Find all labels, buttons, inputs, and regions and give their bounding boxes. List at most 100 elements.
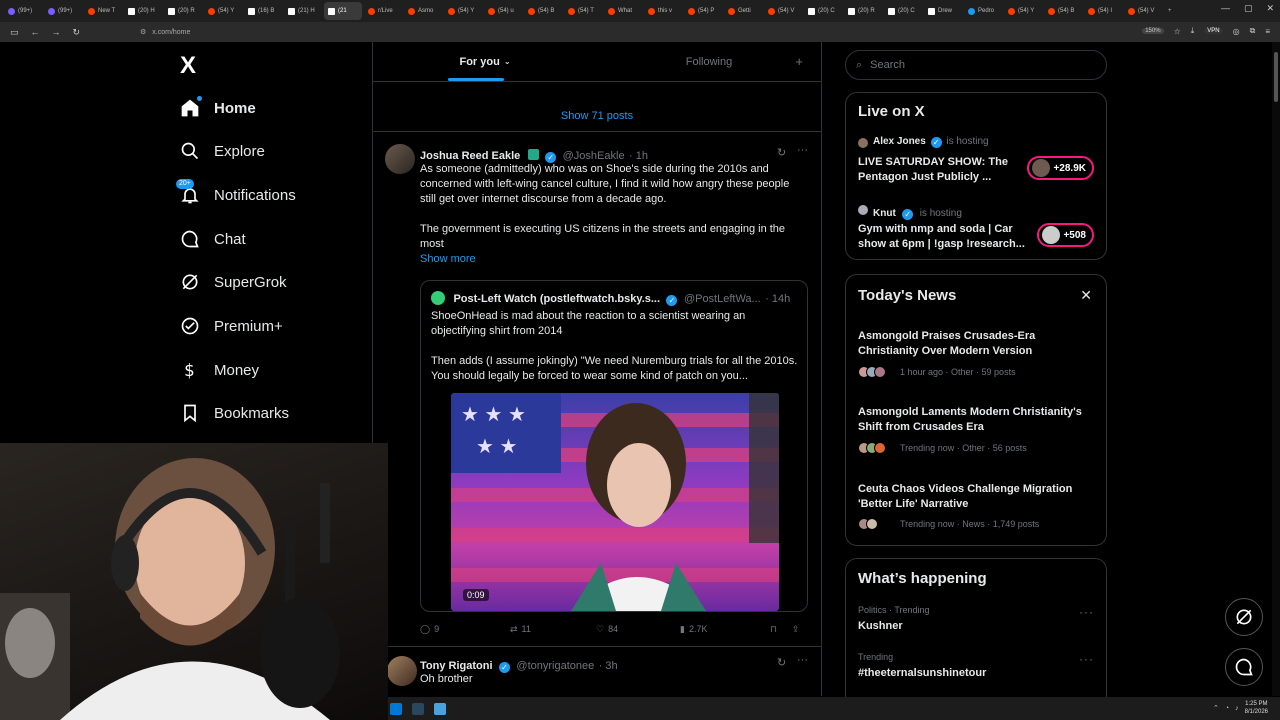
browser-tab[interactable]: (20) C — [804, 2, 842, 20]
url-field[interactable]: x.com/home — [152, 29, 190, 36]
bookmark-icon[interactable]: ⊓ — [770, 624, 792, 635]
nav-notifications[interactable]: 20+ Notifications — [176, 179, 296, 210]
browser-tab[interactable]: Getti — [724, 2, 762, 20]
browser-tab[interactable]: (20) H — [124, 2, 162, 20]
browser-tab[interactable]: (54) Y — [1004, 2, 1042, 20]
page-scrollbar[interactable] — [1272, 42, 1280, 696]
browser-tab[interactable]: (20) R — [164, 2, 202, 20]
browser-tab[interactable]: Pedro — [964, 2, 1002, 20]
clock[interactable]: 1:25 PM 8/1/2026 — [1245, 700, 1268, 716]
repost-button[interactable]: ⇄ 11 — [510, 624, 596, 635]
nav-premium[interactable]: Premium+ — [180, 311, 283, 341]
more-options-icon[interactable]: ··· — [1079, 652, 1094, 666]
browser-tab[interactable]: this v — [644, 2, 682, 20]
post[interactable]: Tony Rigatoni ✓ @tonyrigatonee · 3h ↻ ··… — [373, 648, 821, 696]
close-window-icon[interactable]: ✕ — [1266, 3, 1274, 14]
post-time[interactable]: · 3h — [599, 660, 618, 672]
add-tab-icon[interactable]: + — [795, 54, 803, 69]
back-icon[interactable]: ← — [31, 27, 40, 38]
grok-analyze-icon[interactable]: ↻ — [777, 146, 786, 159]
author-handle[interactable]: @PostLeftWa... — [684, 293, 761, 305]
grok-floating-button[interactable] — [1225, 598, 1263, 636]
browser-tab[interactable]: New T — [84, 2, 122, 20]
avatar[interactable] — [387, 656, 417, 686]
maximize-icon[interactable]: ▢ — [1244, 3, 1253, 14]
author-name[interactable]: Tony Rigatoni — [420, 660, 493, 672]
nav-chat[interactable]: Chat — [180, 224, 246, 254]
browser-tab[interactable]: (16) B — [244, 2, 282, 20]
more-options-icon[interactable]: ··· — [797, 144, 808, 156]
tray-chevron-icon[interactable]: ⌃ — [1213, 704, 1219, 712]
avatar[interactable] — [431, 291, 445, 305]
author-handle[interactable]: @JoshEakle — [563, 150, 625, 162]
browser-tab[interactable]: (54) P — [684, 2, 722, 20]
live-listener-pill[interactable]: +508 — [1037, 223, 1094, 247]
windows-start-icon[interactable] — [390, 702, 402, 715]
author-name[interactable]: Post-Left Watch (postleftwatch.bsky.s... — [453, 293, 660, 305]
browser-tab[interactable]: Asmo — [404, 2, 442, 20]
zoom-level[interactable]: 150% — [1142, 28, 1164, 34]
tab-following[interactable]: Following — [597, 42, 821, 81]
reply-button[interactable]: ◯ 9 — [420, 624, 510, 635]
more-options-icon[interactable]: ··· — [1079, 605, 1094, 619]
post-time[interactable]: · 1h — [629, 150, 648, 162]
grok-analyze-icon[interactable]: ↻ — [777, 656, 786, 669]
author-name[interactable]: Joshua Reed Eakle — [420, 150, 520, 162]
more-options-icon[interactable]: ··· — [797, 654, 808, 666]
scrollbar-thumb[interactable] — [1274, 52, 1278, 102]
show-more-link[interactable]: Show more — [420, 253, 476, 265]
author-handle[interactable]: @tonyrigatonee — [516, 660, 594, 672]
close-icon[interactable]: ✕ — [1080, 287, 1092, 304]
wifi-icon[interactable]: ◔ — [1225, 705, 1229, 712]
browser-tab[interactable]: (54) V — [764, 2, 802, 20]
share-icon[interactable]: ⇪ — [792, 624, 800, 635]
browser-tab[interactable]: (20) R — [844, 2, 882, 20]
extensions-icon[interactable]: ⧉ — [1250, 26, 1256, 36]
chat-floating-button[interactable] — [1225, 648, 1263, 686]
browser-tab[interactable]: (54) B — [524, 2, 562, 20]
show-new-posts-button[interactable]: Show 71 posts — [373, 100, 821, 132]
browser-tab[interactable]: (21 — [324, 2, 362, 20]
live-listener-pill[interactable]: +28.9K — [1027, 156, 1094, 180]
browser-tab[interactable]: (54) Y — [204, 2, 242, 20]
browser-tab[interactable]: (20) C — [884, 2, 922, 20]
quoted-post[interactable]: Post-Left Watch (postleftwatch.bsky.s...… — [420, 280, 808, 612]
volume-icon[interactable]: ♪ — [1235, 705, 1239, 712]
menu-icon[interactable]: ≡ — [1265, 27, 1270, 36]
minimize-icon[interactable]: — — [1221, 3, 1230, 14]
site-info-icon[interactable]: ⚙ — [140, 28, 146, 36]
browser-tab[interactable]: Drew — [924, 2, 962, 20]
like-button[interactable]: ♡ 84 — [596, 624, 680, 635]
nav-money[interactable]: $ Money — [180, 355, 259, 385]
sidebar-toggle-icon[interactable]: ▭ — [10, 27, 19, 38]
browser-tab[interactable]: (99+) — [44, 2, 82, 20]
browser-tab[interactable]: (54) u — [484, 2, 522, 20]
vpn-button[interactable]: VPN — [1204, 28, 1223, 34]
x-logo[interactable]: X — [180, 52, 196, 80]
search-input[interactable]: ⌕ Search — [845, 50, 1107, 80]
browser-tab[interactable]: What — [604, 2, 642, 20]
browser-tab[interactable]: (54) Y — [444, 2, 482, 20]
views-button[interactable]: ▮ 2.7K — [680, 624, 770, 635]
nav-explore[interactable]: Explore — [180, 136, 265, 166]
browser-tab[interactable]: (54) B — [1044, 2, 1082, 20]
post-time[interactable]: · 14h — [765, 293, 790, 305]
forward-icon[interactable]: → — [52, 27, 61, 38]
nav-bookmarks[interactable]: Bookmarks — [180, 398, 289, 428]
avatar[interactable] — [385, 144, 415, 174]
tab-for-you[interactable]: For you ⌄ — [373, 42, 597, 81]
browser-tab[interactable]: (21) H — [284, 2, 322, 20]
browser-tab[interactable]: (99+) — [4, 2, 42, 20]
bookmark-star-icon[interactable]: ☆ — [1174, 27, 1181, 36]
browser-tab[interactable]: (54) V — [1124, 2, 1162, 20]
video-player[interactable]: ★ ★ ★ ★ ★ 0:09 — [451, 393, 779, 611]
wallet-icon[interactable]: ◎ — [1233, 27, 1240, 36]
browser-tab[interactable]: r/Live — [364, 2, 402, 20]
reload-icon[interactable]: ↻ — [73, 27, 81, 38]
nav-home[interactable]: Home — [180, 93, 256, 123]
nav-supergrok[interactable]: SuperGrok — [180, 267, 287, 297]
new-tab-button[interactable]: + — [1164, 2, 1202, 20]
browser-tab[interactable]: (54) I — [1084, 2, 1122, 20]
app-icon[interactable] — [434, 702, 446, 715]
download-icon[interactable]: ⤓ — [1191, 26, 1195, 36]
